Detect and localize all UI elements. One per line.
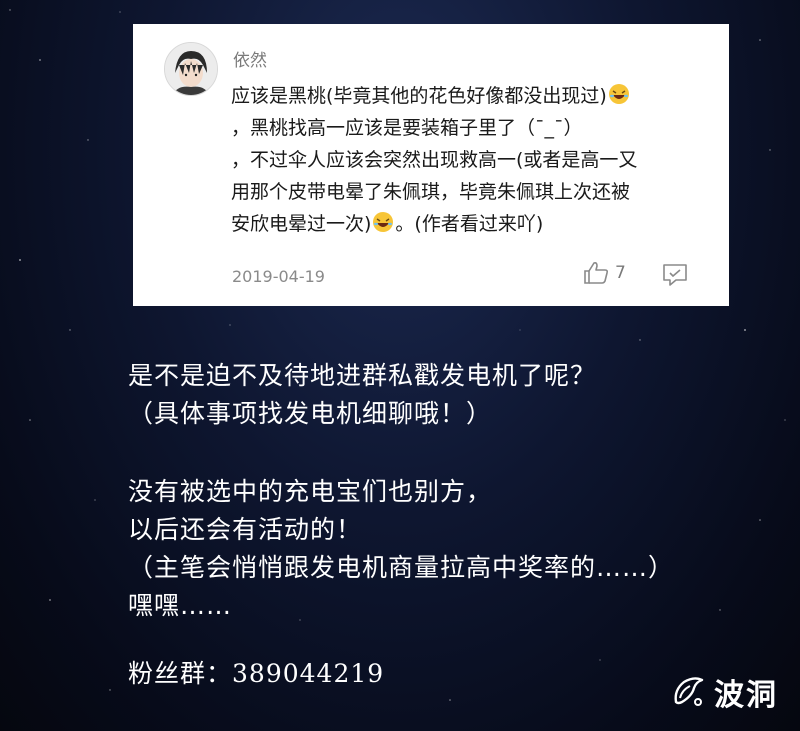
comment-line-4: 用那个皮带电晕了朱佩琪，毕竟朱佩琪上次还被 [231, 181, 631, 203]
comment-date: 2019-04-19 [232, 267, 325, 286]
laughing-emoji-icon [608, 84, 629, 104]
like-button[interactable]: 7 [583, 261, 626, 285]
comment-line-2: ，黑桃找高一应该是要装箱子里了（¯_¯） [231, 117, 583, 139]
comment-line-3: ，不过伞人应该会突然出现救高一(或者是高一又 [231, 149, 638, 171]
announcement-text: 是不是迫不及待地进群私戳发电机了呢？ （具体事项找发电机细聊哦！） 没有被选中的… [128, 357, 674, 625]
avatar-image [165, 43, 217, 95]
fans-group-line: 粉丝群：389044219 [128, 654, 384, 690]
laughing-emoji-icon [373, 212, 394, 232]
comment-username[interactable]: 依然 [233, 46, 267, 71]
fans-group-number: 389044219 [232, 659, 385, 688]
comment-card: 依然 应该是黑桃(毕竟其他的花色好像都没出现过) ，黑桃找高一应该是要装箱子里了… [133, 24, 729, 306]
avatar[interactable] [164, 42, 218, 96]
bodong-logo-icon [674, 677, 704, 706]
announcement-line-2: （具体事项找发电机细聊哦！） [128, 399, 493, 428]
fans-group-label: 粉丝群： [128, 659, 233, 688]
comment-line-1: 应该是黑桃(毕竟其他的花色好像都没出现过) [231, 80, 703, 112]
reply-button[interactable] [661, 262, 689, 292]
watermark-text: 波洞 [714, 678, 778, 713]
announcement-line-6: 嘿嘿…… [128, 591, 233, 620]
comment-body: 应该是黑桃(毕竟其他的花色好像都没出现过) ，黑桃找高一应该是要装箱子里了（¯_… [231, 80, 703, 240]
announcement-line-5: （主笔会悄悄跟发电机商量拉高中奖率的……） [128, 553, 675, 582]
watermark: 波洞 [668, 670, 778, 714]
thumbs-up-icon [584, 262, 609, 284]
like-count: 7 [615, 263, 626, 283]
comment-bubble-icon [663, 264, 687, 286]
comment-line-5: 安欣电晕过一次) 。(作者看过来吖) [231, 212, 544, 235]
announcement-line-3: 没有被选中的充电宝们也别方， [128, 477, 493, 506]
announcement-line-4: 以后还会有活动的！ [128, 515, 363, 544]
announcement-line-1: 是不是迫不及待地进群私戳发电机了呢？ [128, 361, 597, 390]
